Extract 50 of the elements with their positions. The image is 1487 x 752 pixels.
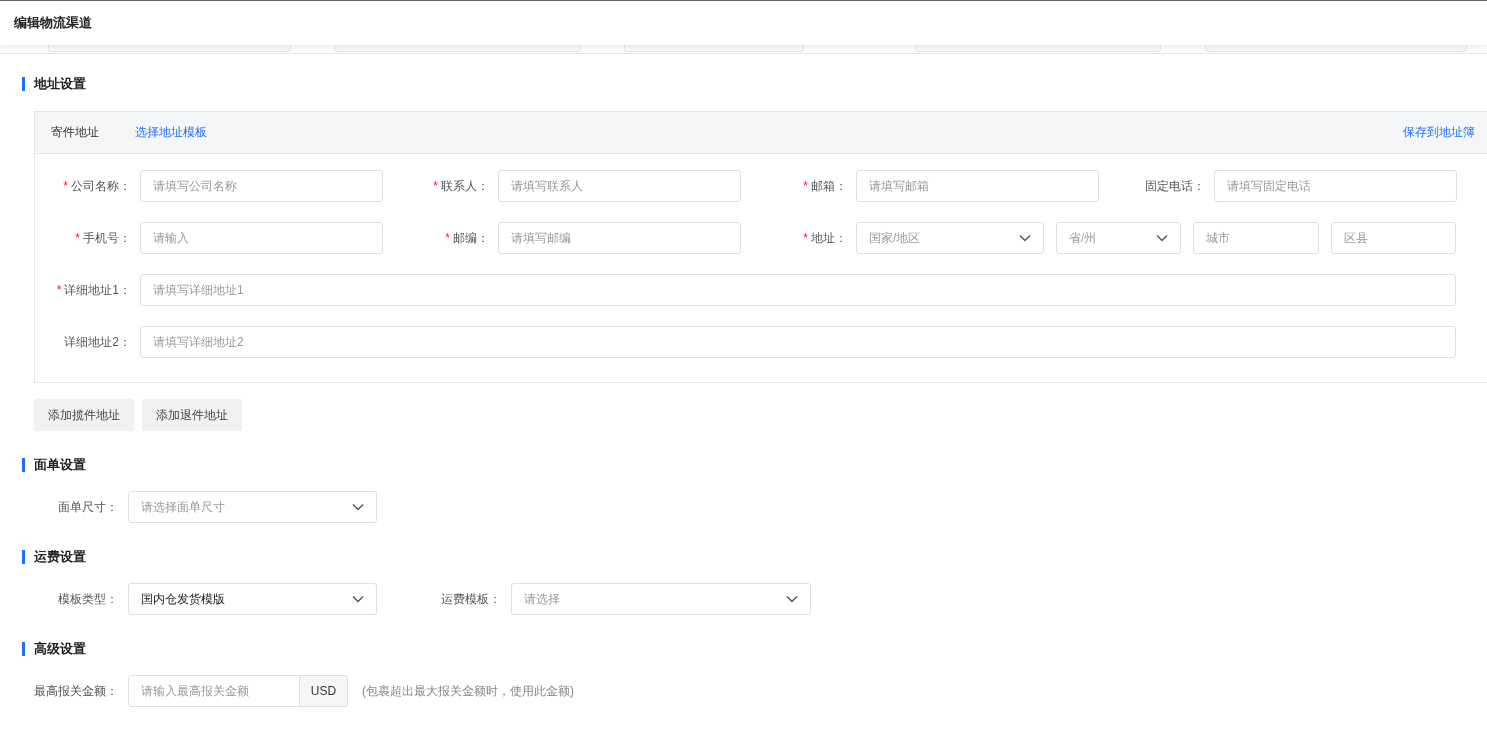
field-label: 模板类型： — [57, 590, 119, 608]
field-label: 详细地址2： — [63, 333, 132, 351]
field-label: * 详细地址1： — [55, 281, 132, 299]
input-field[interactable]: 请输入 — [140, 222, 383, 254]
field-label: 运费模板： — [440, 590, 502, 608]
field-label: * 手机号： — [74, 229, 132, 247]
input-field[interactable]: 请填写邮编 — [498, 222, 741, 254]
section-title: 运费设置 — [34, 548, 86, 566]
template-link[interactable]: 选择地址模板 — [135, 124, 207, 141]
chevron-down-icon — [1156, 234, 1169, 242]
input-field[interactable]: 请填写联系人 — [498, 170, 741, 202]
input-field[interactable]: 城市 — [1193, 222, 1319, 254]
section-marker — [22, 77, 25, 91]
input-field[interactable]: 请填写详细地址2 — [140, 326, 1456, 358]
save-link[interactable]: 保存到地址簿 — [1403, 124, 1475, 141]
section-marker — [22, 458, 25, 472]
input-field[interactable]: 请填写固定电话 — [1214, 170, 1457, 202]
add-address-button[interactable]: 添加退件地址 — [142, 399, 242, 431]
dialog-title: 编辑物流渠道 — [14, 14, 92, 32]
input-field[interactable]: 请填写公司名称 — [140, 170, 383, 202]
input-field[interactable]: 请填写邮箱 — [856, 170, 1099, 202]
input-field[interactable]: 请填写详细地址1 — [140, 274, 1456, 306]
chevron-down-icon — [352, 503, 364, 511]
select-field[interactable]: 国内仓发货模版 — [128, 583, 377, 615]
section-title: 地址设置 — [34, 75, 86, 93]
chevron-down-icon — [352, 595, 364, 603]
select-field[interactable]: 国家/地区 — [856, 222, 1044, 254]
field-label: 固定电话： — [1144, 177, 1206, 195]
select-field[interactable]: 请选择面单尺寸 — [128, 491, 377, 523]
input-field[interactable]: 请输入最高报关金额 — [128, 675, 300, 707]
section-marker — [22, 550, 25, 564]
section-marker — [22, 642, 25, 656]
card-label: 寄件地址 — [51, 124, 99, 141]
hint-text: (包裹超出最大报关金额时，使用此金额) — [362, 682, 574, 700]
select-field[interactable]: 省/州 — [1056, 222, 1182, 254]
field-label: * 联系人： — [432, 177, 490, 195]
field-label: * 地址： — [802, 229, 848, 247]
select-field[interactable]: 请选择 — [511, 583, 811, 615]
field-label: * 公司名称： — [62, 177, 132, 195]
field-label: 面单尺寸： — [57, 498, 119, 516]
currency-addon: USD — [300, 675, 348, 707]
chevron-down-icon — [1019, 234, 1031, 242]
add-address-button[interactable]: 添加揽件地址 — [34, 399, 134, 431]
input-field[interactable]: 区县 — [1330, 222, 1456, 254]
chevron-down-icon — [786, 595, 798, 603]
field-label: * 邮箱： — [802, 177, 848, 195]
section-title: 高级设置 — [34, 640, 86, 658]
field-label: * 邮编： — [444, 229, 490, 247]
field-label: 最高报关金额： — [33, 682, 119, 700]
section-title: 面单设置 — [34, 456, 86, 474]
